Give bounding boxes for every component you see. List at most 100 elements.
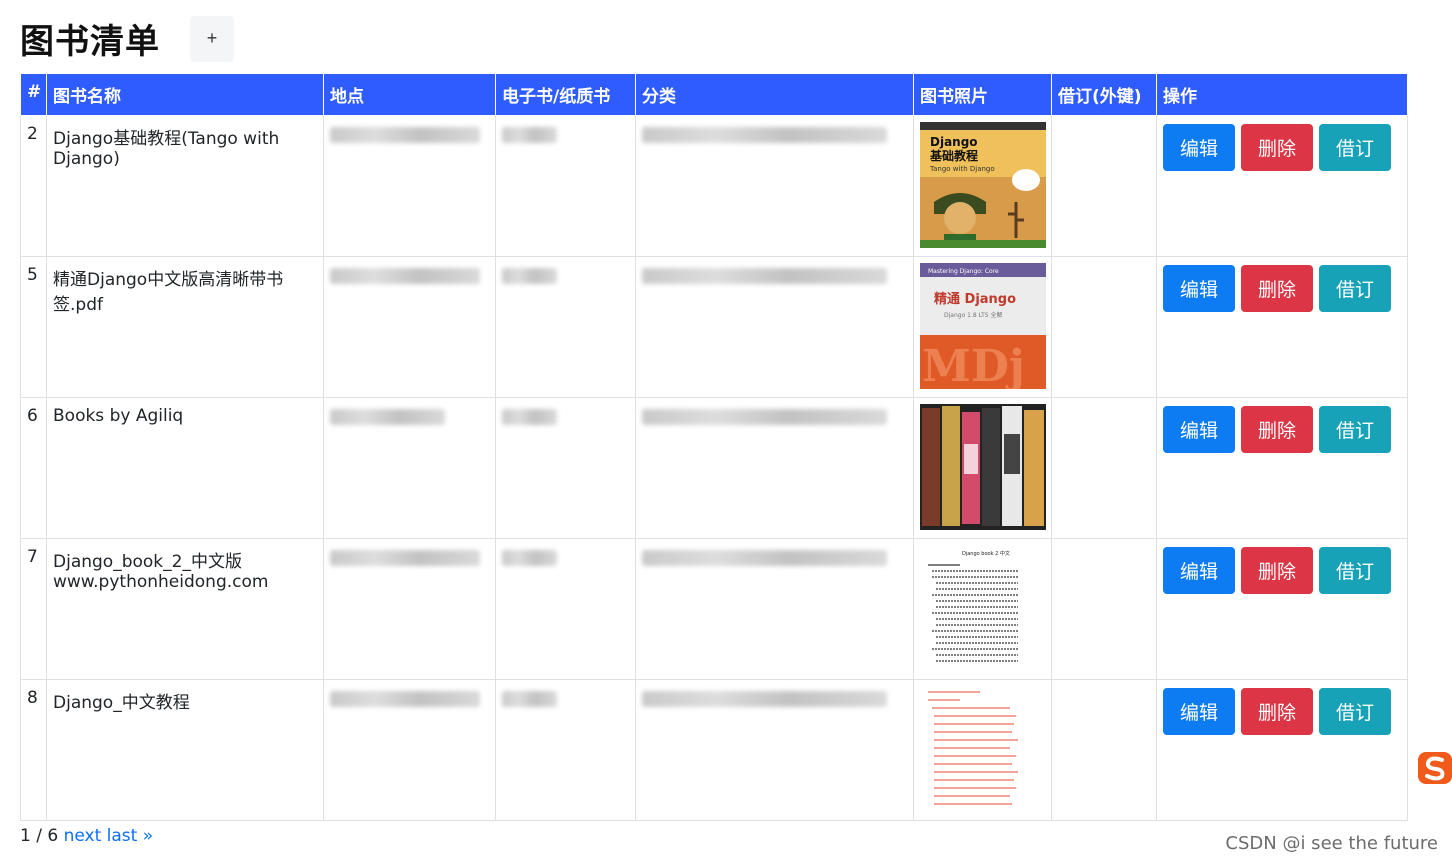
book-cover-image (920, 686, 1046, 812)
cover-subtitle: Django 1.8 LTS 全解 (944, 311, 1003, 319)
col-header-photo: 图书照片 (913, 73, 1052, 116)
last-page-link[interactable]: last » (107, 826, 153, 846)
table-row: 2 Django基础教程(Tango with Django) Django 基… (20, 115, 1408, 257)
borrow-cell (1051, 538, 1157, 680)
csdn-watermark: CSDN @i see the future (1225, 833, 1438, 854)
edit-button[interactable]: 编辑 (1163, 124, 1235, 171)
redacted-text (330, 409, 445, 425)
page-indicator: 1 / 6 (20, 826, 59, 846)
row-number: 5 (20, 256, 47, 398)
photo-cell: Django book 2 中文 (913, 538, 1052, 680)
actions-cell: 编辑 删除 借订 (1156, 538, 1408, 680)
category-cell (635, 538, 914, 680)
edit-button[interactable]: 编辑 (1163, 547, 1235, 594)
next-page-link[interactable]: next (64, 826, 102, 846)
category-cell (635, 256, 914, 398)
redacted-text (502, 691, 557, 707)
borrow-button[interactable]: 借订 (1319, 124, 1391, 171)
category-cell (635, 115, 914, 257)
cover-heading: Django book 2 中文 (962, 550, 1010, 557)
actions-cell: 编辑 删除 借订 (1156, 679, 1408, 821)
row-actions: 编辑 删除 借订 (1163, 265, 1401, 312)
table-header-row: # 图书名称 地点 电子书/纸质书 分类 图书照片 借订(外键) 操作 (20, 73, 1408, 116)
book-name: Django基础教程(Tango with Django) (46, 115, 324, 257)
redacted-text (642, 409, 887, 425)
row-actions: 编辑 删除 借订 (1163, 406, 1401, 453)
cover-subtitle: 基础教程 (929, 148, 978, 163)
redacted-text (642, 127, 887, 143)
delete-button[interactable]: 删除 (1241, 547, 1313, 594)
table-row: 5 精通Django中文版高清晰带书签.pdf Mastering Django… (20, 256, 1408, 398)
photo-cell: Mastering Django: Core 精通 Django Django … (913, 256, 1052, 398)
edit-button[interactable]: 编辑 (1163, 265, 1235, 312)
borrow-button[interactable]: 借订 (1319, 688, 1391, 735)
location-cell (323, 256, 496, 398)
row-actions: 编辑 删除 借订 (1163, 547, 1401, 594)
actions-cell: 编辑 删除 借订 (1156, 397, 1408, 539)
book-cover-image: Django book 2 中文 (920, 545, 1046, 671)
add-book-button[interactable]: + (190, 15, 234, 62)
category-cell (635, 679, 914, 821)
edit-button[interactable]: 编辑 (1163, 688, 1235, 735)
book-name: Books by Agiliq (46, 397, 324, 539)
col-header-location: 地点 (323, 73, 496, 116)
col-header-format: 电子书/纸质书 (495, 73, 636, 116)
location-cell (323, 538, 496, 680)
delete-button[interactable]: 删除 (1241, 688, 1313, 735)
row-actions: 编辑 删除 借订 (1163, 124, 1401, 171)
borrow-button[interactable]: 借订 (1319, 406, 1391, 453)
book-name: Django_中文教程 (46, 679, 324, 821)
row-number: 6 (20, 397, 47, 539)
cover-title: 精通 Django (934, 291, 1016, 307)
col-header-name: 图书名称 (46, 73, 324, 116)
delete-button[interactable]: 删除 (1241, 265, 1313, 312)
redacted-text (330, 127, 480, 143)
redacted-text (502, 409, 557, 425)
sogou-logo-icon[interactable] (1418, 750, 1452, 786)
svg-text:MDj: MDj (922, 341, 1025, 389)
col-header-borrow: 借订(外键) (1051, 73, 1157, 116)
book-cover-image: Mastering Django: Core 精通 Django Django … (920, 263, 1046, 389)
table-row: 7 Django_book_2_中文版 www.pythonheidong.co… (20, 538, 1408, 680)
format-cell (495, 679, 636, 821)
borrow-cell (1051, 256, 1157, 398)
format-cell (495, 115, 636, 257)
col-header-category: 分类 (635, 73, 914, 116)
redacted-text (330, 268, 480, 284)
redacted-text (502, 127, 557, 143)
actions-cell: 编辑 删除 借订 (1156, 256, 1408, 398)
books-table: # 图书名称 地点 电子书/纸质书 分类 图书照片 借订(外键) 操作 2 Dj… (20, 73, 1408, 821)
location-cell (323, 115, 496, 257)
redacted-text (642, 550, 887, 566)
col-header-actions: 操作 (1156, 73, 1408, 116)
redacted-text (642, 268, 887, 284)
redacted-text (330, 550, 480, 566)
location-cell (323, 679, 496, 821)
photo-cell (913, 397, 1052, 539)
photo-cell (913, 679, 1052, 821)
category-cell (635, 397, 914, 539)
redacted-text (330, 691, 480, 707)
borrow-button[interactable]: 借订 (1319, 547, 1391, 594)
borrow-cell (1051, 679, 1157, 821)
redacted-text (642, 691, 887, 707)
table-row: 8 Django_中文教程 编辑 删除 借订 (20, 679, 1408, 821)
book-cover-image (920, 404, 1046, 530)
cover-title: Django (930, 135, 978, 149)
location-cell (323, 397, 496, 539)
delete-button[interactable]: 删除 (1241, 124, 1313, 171)
photo-cell: Django 基础教程 Tango with Django (913, 115, 1052, 257)
pagination: 1 / 6 next last » (20, 826, 153, 846)
redacted-text (502, 268, 557, 284)
edit-button[interactable]: 编辑 (1163, 406, 1235, 453)
table-row: 6 Books by Agiliq 编辑 删除 借订 (20, 397, 1408, 539)
redacted-text (502, 550, 557, 566)
cover-top-text: Mastering Django: Core (928, 268, 999, 275)
borrow-cell (1051, 397, 1157, 539)
format-cell (495, 256, 636, 398)
delete-button[interactable]: 删除 (1241, 406, 1313, 453)
cover-english-title: Tango with Django (929, 165, 995, 173)
borrow-cell (1051, 115, 1157, 257)
page-header: 图书清单 + (20, 14, 234, 63)
borrow-button[interactable]: 借订 (1319, 265, 1391, 312)
